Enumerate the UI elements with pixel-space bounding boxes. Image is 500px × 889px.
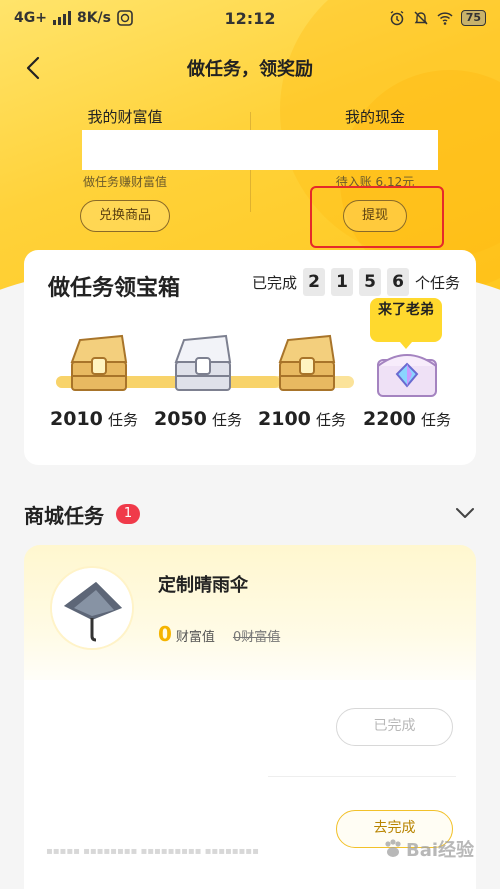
- treasure-title: 做任务领宝箱: [48, 276, 181, 301]
- completed-button[interactable]: 已完成: [336, 708, 453, 746]
- counter-digit: 6: [386, 268, 409, 296]
- alarm-icon: [390, 10, 404, 26]
- tooltip-bubble: 来了老弟: [370, 298, 442, 349]
- price-value: 0: [158, 622, 172, 646]
- back-button[interactable]: [20, 54, 48, 82]
- redaction-mask: [82, 130, 438, 170]
- milestone-number: 2100: [258, 408, 311, 430]
- counter-digit: 2: [302, 268, 325, 296]
- baidu-paw-icon: [385, 839, 401, 857]
- chevron-down-icon[interactable]: [454, 504, 476, 522]
- status-bar: 4G+ 8K/s 12:12 75: [0, 0, 500, 36]
- milestone-number: 2050: [154, 408, 207, 430]
- completed-prefix: 已完成: [251, 273, 297, 292]
- exchange-goods-button[interactable]: 兑换商品: [79, 200, 170, 232]
- milestone-unit: 任务: [211, 411, 242, 429]
- shop-title: 商城任务: [24, 504, 104, 528]
- gold-chest-icon[interactable]: [62, 332, 136, 396]
- mute-icon: [414, 11, 428, 25]
- watermark-text: Bai经验: [406, 840, 475, 861]
- network-type: 4G+: [14, 10, 47, 26]
- page-title: 做任务，领奖励: [187, 59, 313, 80]
- milestone-label: 2200 任务: [355, 408, 459, 430]
- counter-digit: 1: [330, 268, 353, 296]
- wealth-label: 我的财富值: [87, 108, 163, 126]
- milestone-unit: 任务: [420, 411, 451, 429]
- milestone-number: 2200: [363, 408, 416, 430]
- counter-digit: 5: [358, 268, 381, 296]
- milestone-label: 2100 任务: [250, 408, 354, 430]
- completed-counter: 已完成 2 1 5 6 个任务: [252, 268, 460, 296]
- milestone-label: 2010 任务: [42, 408, 146, 430]
- watermark: Bai经验: [382, 836, 474, 862]
- network-speed: 8K/s: [76, 10, 112, 26]
- product-name: 定制晴雨伞: [158, 575, 248, 596]
- title-bar: 做任务，领奖励: [0, 48, 500, 88]
- highlight-box: [310, 186, 444, 248]
- app-notification-icon: [117, 10, 133, 26]
- original-price: 0财富值: [232, 630, 281, 645]
- divider: [268, 776, 456, 777]
- faint-footer-text: ▪▪▪▪▪ ▪▪▪▪▪▪▪▪ ▪▪▪▪▪▪▪▪▪ ▪▪▪▪▪▪▪▪: [46, 846, 259, 857]
- umbrella-icon[interactable]: [52, 568, 132, 648]
- price-row: 0 财富值 0财富值: [158, 622, 280, 646]
- milestone-unit: 任务: [315, 411, 346, 429]
- price-unit: 财富值: [175, 630, 215, 645]
- milestone-number: 2010: [50, 408, 103, 430]
- gold-chest-icon[interactable]: [270, 332, 344, 396]
- milestone-label: 2050 任务: [146, 408, 250, 430]
- battery-icon: 75: [460, 10, 486, 26]
- wifi-icon: [437, 12, 453, 25]
- cash-label: 我的现金: [344, 108, 405, 126]
- shop-section-header: 商城任务 1: [24, 500, 476, 530]
- completed-suffix: 个任务: [414, 273, 460, 292]
- signal-icon: [52, 11, 71, 25]
- wealth-subtext: 做任务赚财富值: [82, 175, 167, 189]
- silver-chest-icon[interactable]: [166, 332, 240, 396]
- milestone-unit: 任务: [107, 411, 138, 429]
- treasure-card: 做任务领宝箱 已完成 2 1 5 6 个任务 来了老弟 2010 任务 2050…: [24, 250, 476, 465]
- count-badge: 1: [116, 504, 140, 524]
